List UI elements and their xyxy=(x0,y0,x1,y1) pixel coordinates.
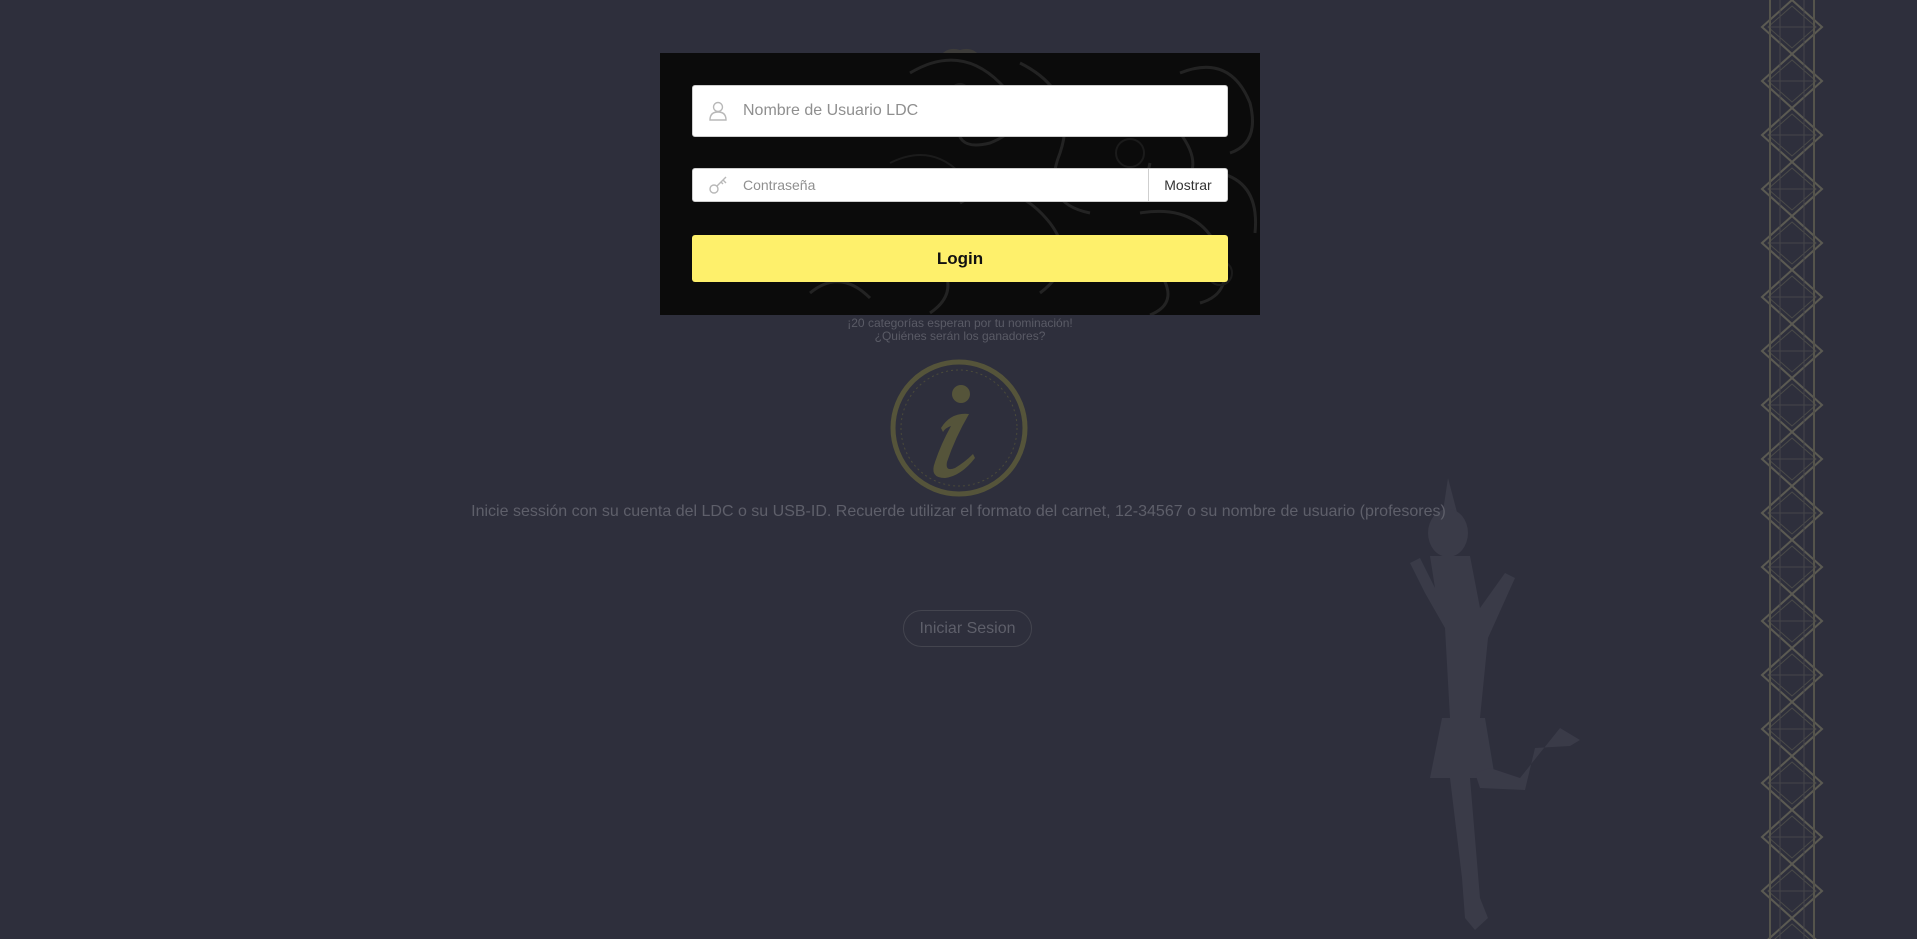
user-icon xyxy=(709,101,727,121)
nomination-tagline: ¡20 categorías esperan por tu nominación… xyxy=(660,317,1260,343)
tagline-line-2: ¿Quiénes serán los ganadores? xyxy=(874,329,1046,343)
login-panel: Mostrar Login xyxy=(660,53,1260,315)
info-logo-icon xyxy=(890,359,1028,497)
login-page: Mostrar Login ¡20 categorías esperan por… xyxy=(0,0,1917,939)
dancer-silhouette xyxy=(1410,478,1580,930)
username-field xyxy=(692,85,1228,137)
start-session-button[interactable]: Iniciar Sesion xyxy=(903,610,1032,647)
art-deco-border-column xyxy=(1756,0,1828,939)
password-field: Mostrar xyxy=(692,168,1228,202)
username-input[interactable] xyxy=(743,86,1213,136)
password-input[interactable] xyxy=(743,169,1143,201)
login-instructions: Inicie sessión con su cuenta del LDC o s… xyxy=(471,503,1446,520)
show-password-button[interactable]: Mostrar xyxy=(1148,169,1227,201)
login-button[interactable]: Login xyxy=(692,235,1228,282)
key-icon xyxy=(709,176,727,194)
